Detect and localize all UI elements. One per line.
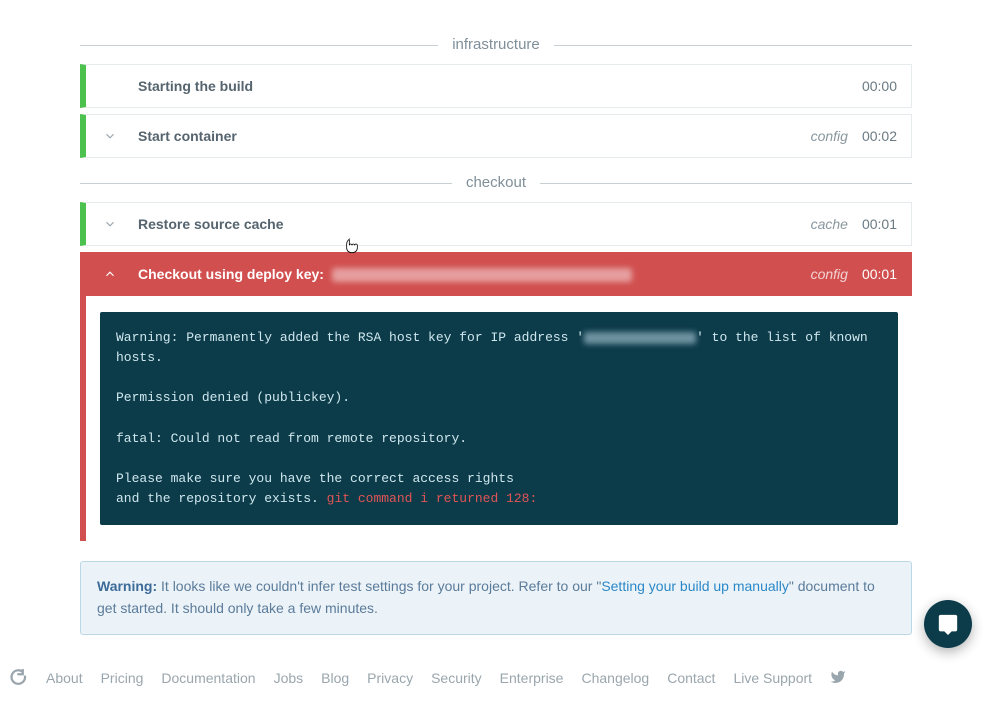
- warning-label: Warning:: [97, 578, 157, 594]
- step-time: 00:00: [862, 78, 897, 94]
- footer-link-changelog[interactable]: Changelog: [581, 670, 649, 686]
- step-tag: config: [811, 128, 848, 144]
- step-starting-build[interactable]: Starting the build 00:00: [80, 64, 912, 108]
- console-text: and the repository exists.: [116, 491, 327, 506]
- console-text: fatal: Could not read from remote reposi…: [116, 431, 467, 446]
- footer-link-about[interactable]: About: [46, 670, 83, 686]
- footer-link-pricing[interactable]: Pricing: [101, 670, 144, 686]
- redacted-ip: [584, 332, 696, 344]
- step-checkout-deploy-key[interactable]: Checkout using deploy key: config 00:01: [80, 252, 912, 296]
- step-tag: config: [811, 266, 848, 282]
- step-title: Checkout using deploy key:: [138, 266, 811, 282]
- console-output[interactable]: Warning: Permanently added the RSA host …: [100, 312, 898, 525]
- step-start-container[interactable]: Start container config 00:02: [80, 114, 912, 158]
- console-text: Warning: Permanently added the RSA host …: [116, 330, 584, 345]
- footer: About Pricing Documentation Jobs Blog Pr…: [10, 665, 912, 708]
- step-time: 00:01: [862, 216, 897, 232]
- step-console-container: Warning: Permanently added the RSA host …: [80, 296, 912, 541]
- chevron-down-icon: [100, 129, 120, 143]
- step-title: Restore source cache: [138, 216, 811, 232]
- step-time: 00:02: [862, 128, 897, 144]
- footer-link-documentation[interactable]: Documentation: [161, 670, 255, 686]
- step-time: 00:01: [862, 266, 897, 282]
- help-chat-button[interactable]: [924, 600, 972, 648]
- chevron-down-icon: [100, 217, 120, 231]
- section-divider-infrastructure: infrastructure: [80, 36, 912, 54]
- footer-link-blog[interactable]: Blog: [321, 670, 349, 686]
- step-tag: cache: [811, 216, 848, 232]
- footer-link-live-support[interactable]: Live Support: [733, 670, 812, 686]
- warning-link[interactable]: Setting your build up manually: [601, 578, 789, 594]
- step-title: Starting the build: [138, 78, 862, 94]
- footer-link-enterprise[interactable]: Enterprise: [500, 670, 564, 686]
- redacted-deploy-key: [332, 268, 632, 282]
- footer-link-contact[interactable]: Contact: [667, 670, 715, 686]
- step-restore-source-cache[interactable]: Restore source cache cache 00:01: [80, 202, 912, 246]
- step-title: Start container: [138, 128, 811, 144]
- logo-icon[interactable]: [10, 669, 28, 687]
- footer-link-privacy[interactable]: Privacy: [367, 670, 413, 686]
- section-label: infrastructure: [438, 36, 554, 53]
- section-label: checkout: [452, 174, 540, 191]
- section-divider-checkout: checkout: [80, 174, 912, 192]
- warning-infobox: Warning: It looks like we couldn't infer…: [80, 561, 912, 634]
- warning-text: It looks like we couldn't infer test set…: [157, 578, 601, 594]
- twitter-icon[interactable]: [830, 669, 846, 688]
- footer-link-security[interactable]: Security: [431, 670, 482, 686]
- footer-link-jobs[interactable]: Jobs: [274, 670, 304, 686]
- step-title-text: Checkout using deploy key:: [138, 266, 324, 282]
- chevron-up-icon: [100, 267, 120, 281]
- console-error-text: git command i returned 128:: [327, 491, 538, 506]
- console-text: Please make sure you have the correct ac…: [116, 471, 514, 486]
- console-text: Permission denied (publickey).: [116, 390, 350, 405]
